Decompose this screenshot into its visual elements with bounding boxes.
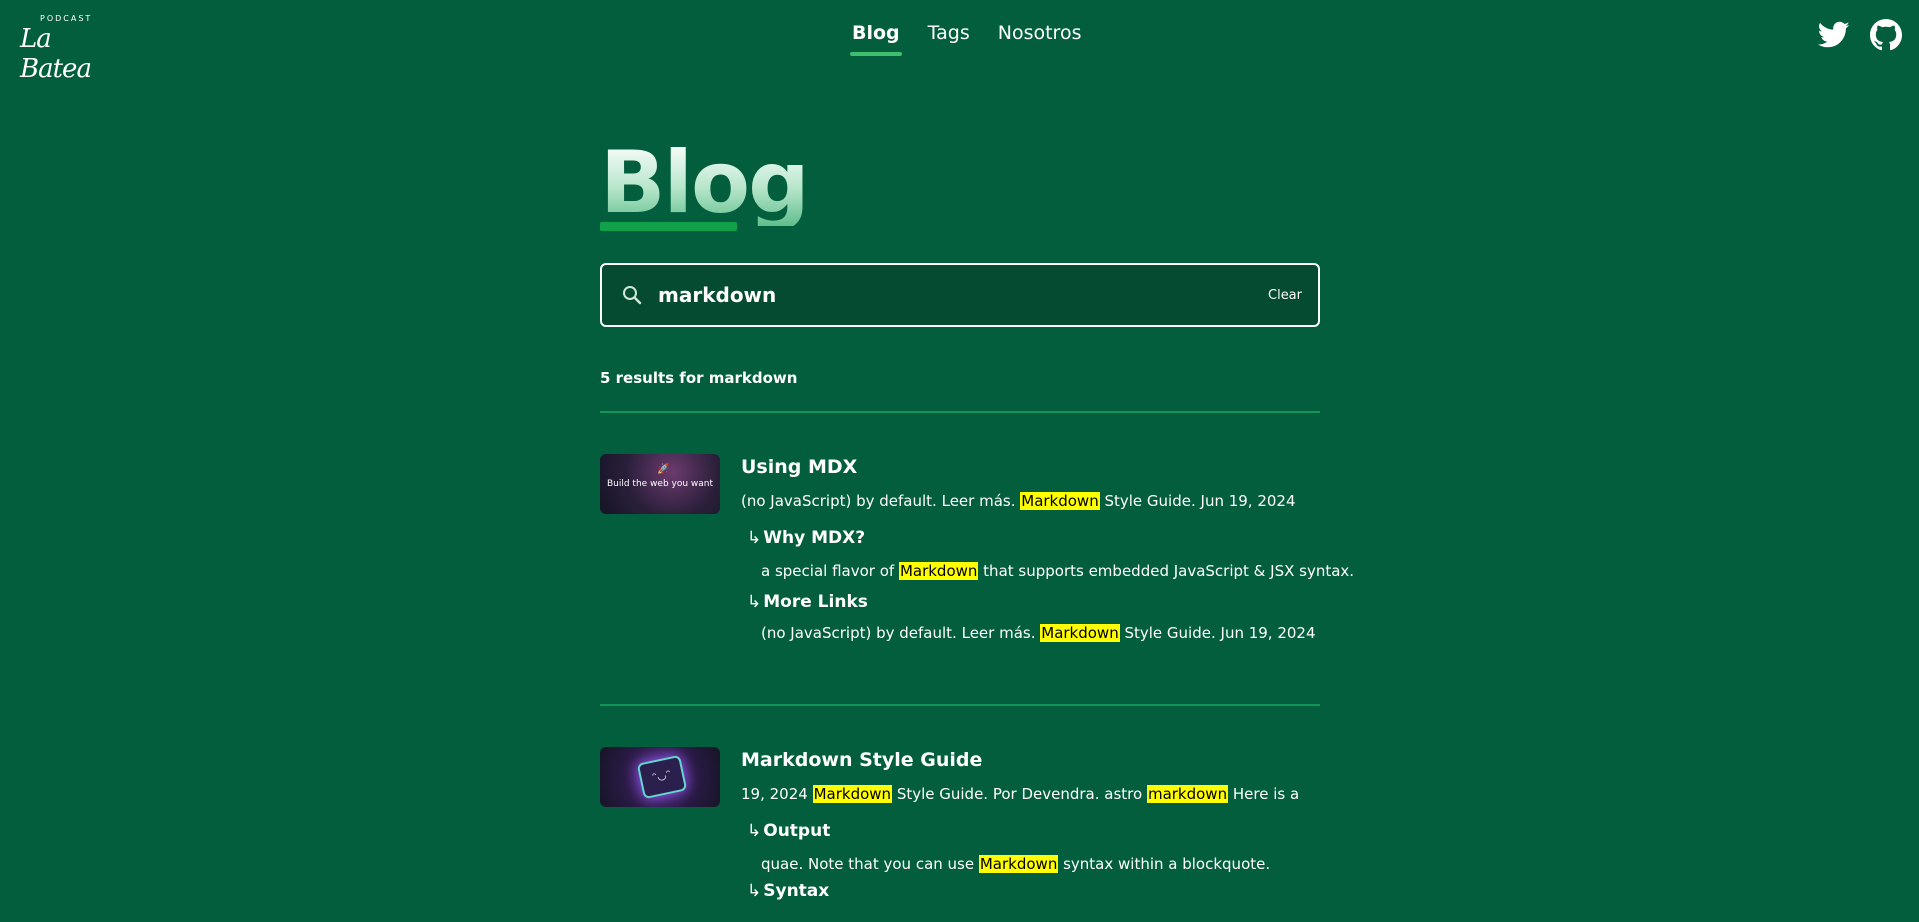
excerpt-text: (no JavaScript) by default. Leer más.: [741, 492, 1021, 510]
subsection-excerpt: (no JavaScript) by default. Leer más. Ma…: [761, 622, 1321, 644]
result-excerpt: (no JavaScript) by default. Leer más. Ma…: [741, 490, 1321, 512]
excerpt-text: that supports embedded JavaScript & JSX …: [978, 562, 1355, 580]
search-icon: [620, 283, 644, 307]
excerpt-text: Style Guide. Por Devendra. astro: [892, 785, 1147, 803]
match-highlight: Markdown: [1020, 492, 1100, 510]
match-highlight: Markdown: [978, 855, 1059, 873]
divider: [600, 411, 1320, 413]
excerpt-text: Style Guide. Jun 19, 2024: [1099, 492, 1296, 510]
result-section[interactable]: ↳ Why MDX? a special flavor of Markdown t…: [741, 528, 1354, 582]
site-logo[interactable]: PODCAST La Batea: [20, 14, 110, 84]
excerpt-text: 19, 2024: [741, 785, 813, 803]
site-header: PODCAST La Batea Blog Tags Nosotros: [0, 0, 1919, 84]
match-highlight: Markdown: [812, 785, 893, 803]
result-excerpt: 19, 2024 Markdown Style Guide. Por Deven…: [741, 783, 1321, 805]
search-box: Clear: [600, 263, 1320, 327]
result-content: Markdown Style Guide 19, 2024 Markdown S…: [741, 747, 1321, 901]
match-highlight: markdown: [1146, 785, 1229, 803]
subsection-excerpt: quae. Note that you can use Markdown syn…: [761, 853, 1321, 875]
github-icon[interactable]: [1869, 18, 1903, 52]
subsection-excerpt: a special flavor of Markdown that suppor…: [761, 560, 1354, 582]
results-count: 5 results for markdown: [600, 369, 797, 387]
clear-button[interactable]: Clear: [1268, 288, 1302, 303]
result-thumbnail[interactable]: ᵔ◡ᵔ: [600, 747, 720, 807]
subsection-arrow-icon: ↳: [747, 881, 762, 901]
nav-blog-link[interactable]: Blog: [850, 22, 902, 56]
subsection-heading: Syntax: [763, 881, 830, 901]
logo-small-text: PODCAST: [40, 14, 93, 23]
page-title-text: Blog: [600, 140, 1320, 226]
excerpt-text: (no JavaScript) by default. Leer más.: [761, 624, 1041, 642]
subsection-heading: Why MDX?: [763, 528, 866, 548]
subsection-arrow-icon: ↳: [747, 592, 762, 612]
result-section[interactable]: ↳ Output quae. Note that you can use Mark…: [741, 821, 1321, 875]
result-title-link[interactable]: Using MDX: [741, 456, 857, 478]
result-content: Using MDX (no JavaScript) by default. Le…: [741, 454, 1354, 644]
main-content: Blog Clear 5 results for markdown 🚀 Buil…: [600, 140, 1354, 901]
excerpt-text: Here is a: [1228, 785, 1300, 803]
search-input[interactable]: [656, 282, 1240, 308]
result-thumbnail[interactable]: 🚀 Build the web you want: [600, 454, 720, 514]
result-section[interactable]: ↳ More Links (no JavaScript) by default. …: [741, 592, 1321, 644]
twitter-icon[interactable]: [1817, 18, 1851, 52]
result-section[interactable]: ↳ Syntax: [741, 881, 1321, 901]
divider: [600, 704, 1320, 706]
thumbnail-text: Build the web you want: [606, 479, 714, 489]
subsection-heading: More Links: [763, 592, 868, 612]
nav-tags-link[interactable]: Tags: [926, 22, 972, 44]
excerpt-text: syntax within a blockquote.: [1058, 855, 1271, 873]
subsection-heading: Output: [763, 821, 831, 841]
excerpt-text: a special flavor of: [761, 562, 899, 580]
nav-nosotros-link[interactable]: Nosotros: [996, 22, 1084, 44]
page-title: Blog: [600, 140, 1320, 240]
mascot-icon: ᵔ◡ᵔ: [636, 754, 688, 800]
main-nav: Blog Tags Nosotros: [850, 22, 1084, 56]
match-highlight: Markdown: [1040, 624, 1120, 642]
excerpt-text: quae. Note that you can use: [761, 855, 979, 873]
results-count-query: markdown: [708, 369, 798, 387]
subsection-arrow-icon: ↳: [747, 528, 762, 548]
result-title-link[interactable]: Markdown Style Guide: [741, 749, 982, 771]
logo-text: La Batea: [20, 24, 92, 84]
excerpt-text: Style Guide. Jun 19, 2024: [1119, 624, 1316, 642]
social-links: [1817, 18, 1903, 52]
subsection-arrow-icon: ↳: [747, 821, 762, 841]
rocket-icon: 🚀: [657, 464, 670, 475]
results-count-prefix: 5 results for: [600, 369, 704, 387]
match-highlight: Markdown: [898, 562, 979, 580]
